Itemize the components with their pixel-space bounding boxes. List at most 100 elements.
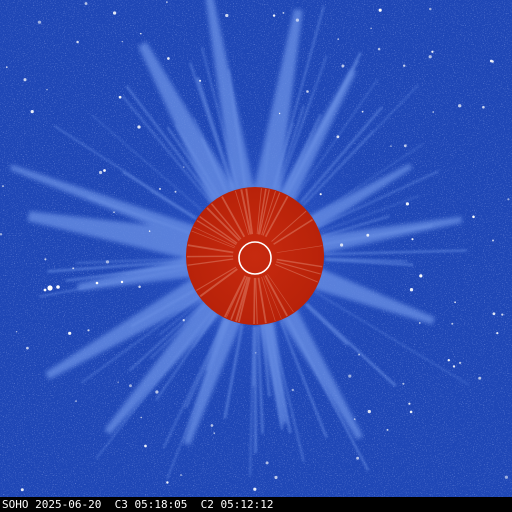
star	[403, 144, 407, 148]
star	[411, 238, 414, 241]
star	[336, 135, 340, 139]
occulter-ray	[253, 277, 256, 325]
star	[113, 211, 115, 214]
star	[140, 32, 142, 35]
star	[112, 11, 117, 15]
star	[348, 374, 352, 378]
star	[272, 14, 276, 17]
star	[291, 388, 294, 392]
star	[5, 66, 8, 68]
star	[390, 145, 392, 147]
bright-object	[56, 285, 60, 289]
star	[405, 202, 409, 206]
star	[144, 444, 147, 448]
star	[23, 78, 27, 82]
star	[137, 125, 141, 129]
occulter-disk	[186, 187, 324, 325]
star	[213, 432, 215, 434]
star	[358, 353, 361, 356]
star	[340, 243, 344, 247]
star	[341, 64, 345, 68]
star	[418, 322, 421, 324]
star	[87, 329, 90, 332]
star	[458, 361, 462, 365]
bright-object	[47, 285, 53, 291]
star	[46, 88, 48, 91]
star	[225, 13, 229, 18]
star	[174, 190, 177, 193]
star	[158, 187, 162, 190]
star	[409, 288, 414, 292]
star	[129, 384, 132, 388]
star	[295, 18, 300, 22]
star	[408, 402, 411, 405]
star	[458, 104, 462, 108]
star	[478, 376, 482, 380]
star	[366, 233, 370, 237]
star	[282, 11, 285, 14]
star	[429, 7, 432, 11]
star	[319, 193, 322, 196]
star	[431, 50, 434, 53]
star	[167, 57, 170, 60]
star	[265, 461, 269, 465]
star	[118, 95, 122, 99]
star	[72, 267, 75, 270]
star	[356, 456, 360, 460]
star	[105, 260, 110, 264]
star	[482, 105, 485, 109]
star	[15, 330, 18, 333]
star	[491, 239, 495, 242]
star	[378, 8, 382, 12]
bright-object	[43, 288, 47, 292]
star	[504, 475, 509, 479]
star	[386, 428, 389, 431]
star	[402, 382, 405, 385]
bright-object	[120, 280, 124, 284]
star	[68, 331, 72, 335]
star	[26, 346, 29, 350]
star	[140, 416, 142, 419]
star	[103, 169, 106, 172]
star	[210, 424, 214, 427]
star	[472, 215, 475, 219]
star	[1, 185, 5, 188]
star	[121, 40, 123, 43]
star	[274, 475, 278, 480]
star	[419, 274, 423, 278]
star	[451, 322, 454, 325]
star	[138, 285, 141, 288]
star	[452, 365, 456, 368]
star	[255, 352, 257, 354]
star	[253, 487, 257, 491]
star	[409, 410, 413, 414]
star	[155, 390, 159, 394]
star	[496, 331, 499, 335]
star	[353, 418, 356, 420]
star	[432, 111, 435, 113]
star	[84, 2, 88, 5]
star	[501, 313, 504, 316]
star	[183, 166, 185, 168]
star	[99, 170, 103, 175]
coronagraph-image: SOHO 2025-06-20 C3 05:18:05 C2 05:12:12	[0, 0, 512, 512]
star	[75, 400, 77, 402]
star	[117, 381, 119, 383]
star	[76, 40, 79, 44]
star	[428, 55, 432, 59]
star	[402, 64, 406, 67]
star	[447, 359, 450, 362]
star	[199, 79, 202, 82]
star	[306, 90, 309, 93]
star	[166, 481, 169, 484]
star	[507, 198, 510, 201]
star	[182, 319, 185, 322]
star	[278, 112, 281, 115]
star	[370, 27, 372, 29]
star	[44, 258, 47, 261]
star	[166, 1, 168, 3]
star	[148, 230, 151, 232]
star	[367, 409, 371, 414]
star	[454, 301, 456, 304]
coronagraph-field	[0, 0, 512, 497]
